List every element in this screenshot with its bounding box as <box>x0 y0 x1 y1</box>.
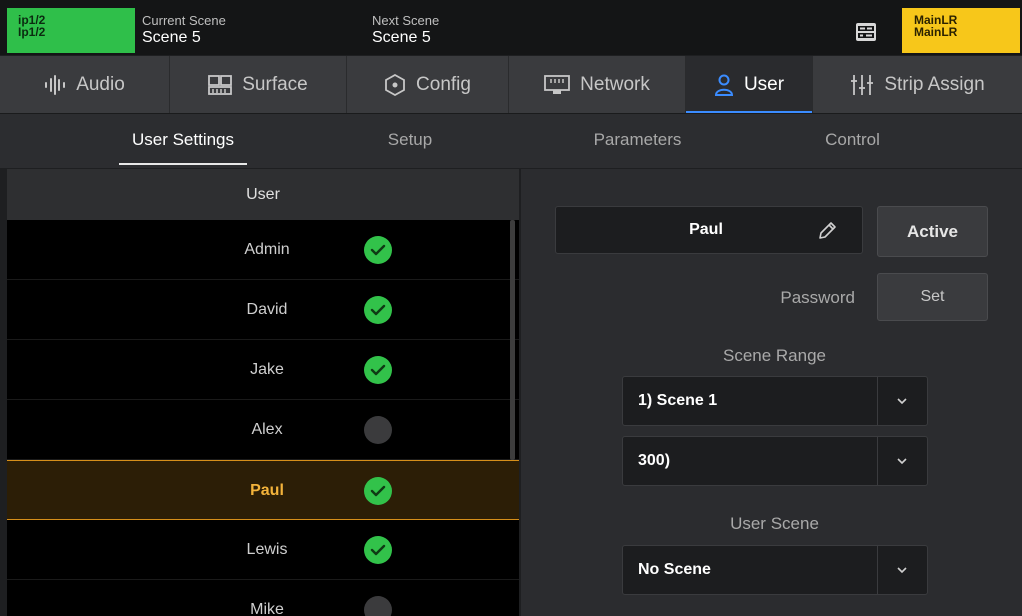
user-name: Admin <box>244 241 290 258</box>
audio-waveform-icon <box>45 74 66 95</box>
user-list-scrollbar[interactable] <box>510 220 515 460</box>
user-active-check-icon[interactable] <box>364 296 392 324</box>
tab-audio[interactable]: Audio <box>0 56 170 113</box>
user-row-david[interactable]: David <box>7 280 519 340</box>
subtab-active-indicator <box>119 163 247 165</box>
user-row-alex[interactable]: Alex <box>7 400 519 460</box>
scene-range-start-value: 1) Scene 1 <box>638 392 718 409</box>
user-row-jake[interactable]: Jake <box>7 340 519 400</box>
tab-network-label: Network <box>580 73 650 95</box>
user-row-lewis[interactable]: Lewis <box>7 520 519 580</box>
subtab-control-label: Control <box>825 130 880 149</box>
user-inactive-circle-icon[interactable] <box>364 416 392 444</box>
tab-user[interactable]: User <box>686 56 813 113</box>
sub-tabs: User Settings Setup Parameters Control <box>0 113 1022 168</box>
main-tabs: Audio Surface Config Network User Strip … <box>0 56 1022 113</box>
user-icon <box>714 74 733 96</box>
current-scene: Current Scene Scene 5 <box>142 12 226 46</box>
tab-audio-label: Audio <box>76 73 125 95</box>
tab-user-label: User <box>743 73 785 95</box>
user-active-check-icon[interactable] <box>364 236 392 264</box>
config-hexagon-icon <box>385 73 405 96</box>
subtab-parameters-label: Parameters <box>593 130 682 149</box>
password-label: Password <box>780 288 855 307</box>
input-line-2: Ip1/2 <box>18 25 46 39</box>
subtab-user-settings[interactable]: User Settings <box>91 114 275 169</box>
user-row-paul[interactable]: Paul <box>7 460 519 520</box>
user-name: Paul <box>250 482 284 499</box>
user-detail-panel: Paul Active Password Set Scene Range 1) … <box>521 169 1022 616</box>
main-line-2: MainLR <box>914 25 958 39</box>
user-name: Alex <box>251 421 283 438</box>
scene-range-end-select[interactable]: 300) <box>622 436 928 486</box>
set-password-button[interactable]: Set <box>877 273 988 321</box>
surface-icon <box>208 74 233 95</box>
user-inactive-circle-icon[interactable] <box>364 596 392 616</box>
current-scene-label: Current Scene <box>142 13 226 28</box>
next-scene-label: Next Scene <box>372 13 440 28</box>
chevron-down-icon <box>897 567 907 574</box>
user-row-admin[interactable]: Admin <box>7 220 519 280</box>
scene-range-end-value: 300) <box>638 452 671 469</box>
user-active-check-icon[interactable] <box>364 477 392 505</box>
chevron-down-icon <box>897 458 907 465</box>
sd-card-icon <box>856 23 876 41</box>
scene-range-start-select[interactable]: 1) Scene 1 <box>622 376 928 426</box>
fader-icon <box>851 74 874 95</box>
user-name: Mike <box>250 601 284 616</box>
chevron-down-icon <box>897 398 907 405</box>
tab-surface[interactable]: Surface <box>170 56 347 113</box>
input-selector[interactable]: ip1/2 Ip1/2 <box>7 8 135 53</box>
tab-config[interactable]: Config <box>347 56 509 113</box>
tab-surface-label: Surface <box>242 73 308 95</box>
tab-strip-assign[interactable]: Strip Assign <box>813 56 1022 113</box>
user-active-check-icon[interactable] <box>364 356 392 384</box>
user-name-value: Paul <box>689 221 723 238</box>
subtab-parameters[interactable]: Parameters <box>560 114 715 169</box>
next-scene: Next Scene Scene 5 <box>372 12 439 46</box>
subtab-setup[interactable]: Setup <box>340 114 480 169</box>
subtab-setup-label: Setup <box>387 130 433 149</box>
subtab-user-settings-label: User Settings <box>131 130 235 149</box>
status-bar: ip1/2 Ip1/2 Current Scene Scene 5 Next S… <box>0 0 1022 55</box>
user-scene-select[interactable]: No Scene <box>622 545 928 595</box>
user-name: Lewis <box>246 541 288 558</box>
user-scene-label: User Scene <box>730 514 819 533</box>
user-row-mike[interactable]: Mike <box>7 580 519 616</box>
subtab-control[interactable]: Control <box>790 114 915 169</box>
user-name-field[interactable]: Paul <box>555 206 863 254</box>
current-scene-value: Scene 5 <box>142 29 201 46</box>
user-list-header: User <box>7 169 519 220</box>
user-list-panel: User Admin David Jake Alex Paul Lewis Mi… <box>7 169 519 616</box>
user-active-check-icon[interactable] <box>364 536 392 564</box>
tab-config-label: Config <box>416 73 471 95</box>
next-scene-value: Scene 5 <box>372 29 431 46</box>
tab-network[interactable]: Network <box>509 56 686 113</box>
user-name: David <box>246 301 288 318</box>
dropdown-divider <box>877 546 878 594</box>
dropdown-divider <box>877 437 878 485</box>
active-button[interactable]: Active <box>877 206 988 257</box>
main-output-selector[interactable]: MainLR MainLR <box>902 8 1020 53</box>
user-scene-value: No Scene <box>638 561 711 578</box>
edit-pencil-icon[interactable] <box>816 220 838 242</box>
network-port-icon <box>544 74 571 94</box>
dropdown-divider <box>877 377 878 425</box>
scene-range-label: Scene Range <box>722 346 827 365</box>
user-name: Jake <box>250 361 284 378</box>
tab-strip-assign-label: Strip Assign <box>884 73 985 95</box>
